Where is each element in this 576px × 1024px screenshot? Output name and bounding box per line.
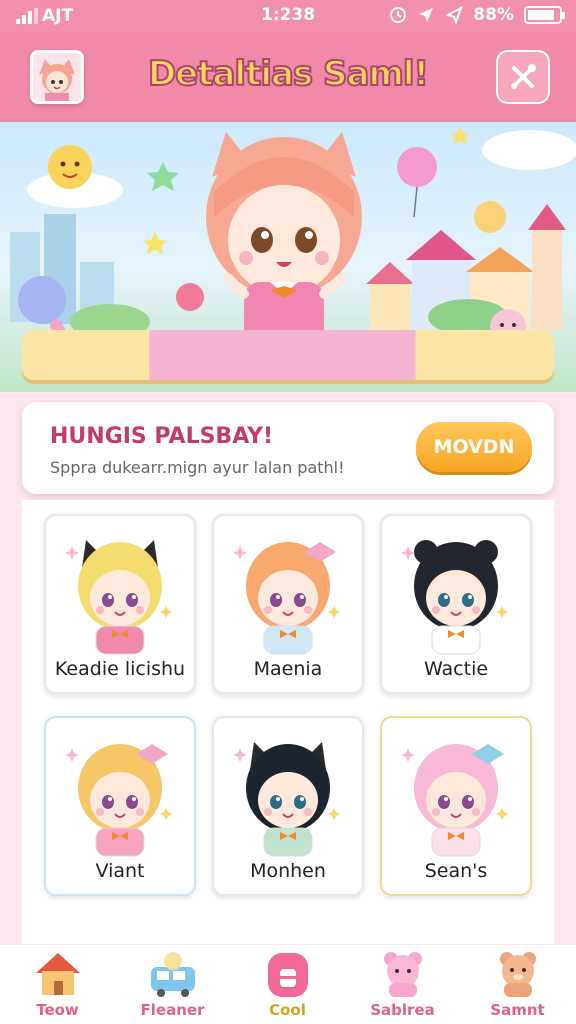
character-name: Maenia [253,658,323,680]
teddy-icon [500,952,536,997]
character-portrait [401,744,508,857]
app-header: Detaltias Saml! [0,32,576,122]
bag-icon [268,953,308,997]
tools-icon [511,64,536,89]
alarm-icon [390,7,407,23]
character-portrait [65,744,172,857]
status-bar: AJT 1:238 88% [0,0,576,32]
tab-label: Cool [269,1001,306,1019]
character-name: Sean's [424,860,488,882]
tab-label: Sablrea [370,1001,435,1019]
avatar-portrait-icon [33,53,81,101]
character-name: Keadie licishu [54,658,186,680]
app-title: Detaltias Saml! [147,53,430,95]
character-card[interactable]: Keadie licishu [44,514,196,694]
bus-icon [151,952,195,997]
character-grid: Keadie licishu Maenia Wactie Viant Monhe… [22,500,554,950]
battery-icon [524,6,565,24]
tools-button[interactable] [496,50,550,104]
tab-cool[interactable]: Cool [230,945,345,1024]
hero-illustration [0,122,576,392]
character-portrait [401,540,508,655]
character-portrait [233,742,340,857]
character-card[interactable]: Maenia [212,514,364,694]
character-name: Monhen [250,860,326,882]
banner-action-button[interactable]: MOVDN [416,422,532,472]
banner-subtitle: Sppra dukearr.mign ayur lalan pathl! [50,458,345,477]
tab-samnt[interactable]: Samnt [460,945,575,1024]
character-name: Viant [95,860,145,882]
battery-percent: 88% [473,5,514,25]
character-card[interactable]: Wactie [380,514,532,694]
tab-label: Teow [36,1001,79,1019]
location-icon [419,8,434,22]
house-icon [36,953,80,995]
character-name: Wactie [423,658,489,680]
character-portrait [65,540,172,655]
bottom-tab-bar: Teow Fleaner Cool Sablrea Samnt [0,944,576,1024]
navigation-icon [445,6,464,24]
hero-stage [22,330,554,380]
bear-icon [384,952,422,997]
promo-banner: HUNGIS PALSBAY! Sppra dukearr.mign ayur … [22,402,554,494]
character-card[interactable]: Viant [44,716,196,896]
tab-sablrea[interactable]: Sablrea [345,945,460,1024]
profile-avatar[interactable] [30,50,84,104]
character-card[interactable]: Monhen [212,716,364,896]
banner-title: HUNGIS PALSBAY! [50,424,274,449]
tab-home[interactable]: Teow [0,945,115,1024]
tab-planner[interactable]: Fleaner [115,945,230,1024]
character-card[interactable]: Sean's [380,716,532,896]
tab-label: Fleaner [140,1001,205,1019]
tab-label: Samnt [490,1001,545,1019]
character-portrait [233,542,340,655]
